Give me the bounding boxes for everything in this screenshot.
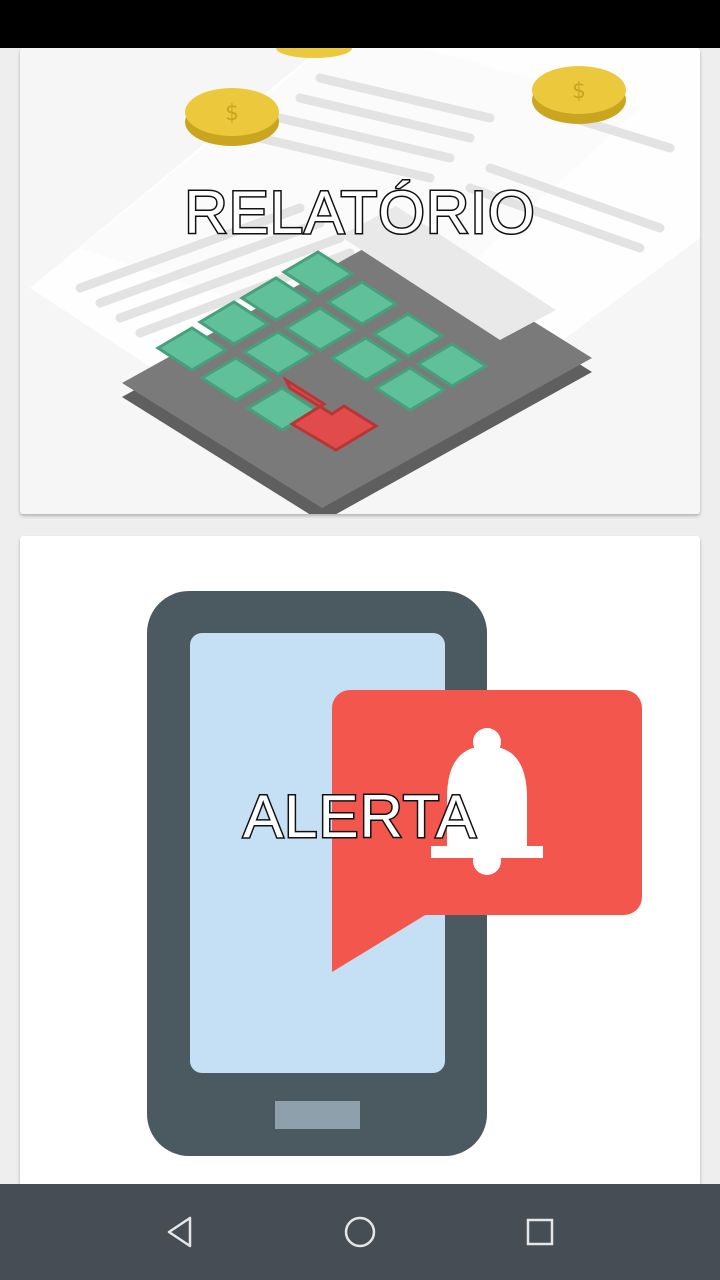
coin-icon: $ — [185, 88, 279, 146]
relatorio-card[interactable]: $ $ RELATÓRIO — [20, 48, 700, 514]
home-button[interactable] — [338, 1210, 382, 1254]
alerta-card[interactable]: ALERTA — [20, 536, 700, 1186]
svg-text:$: $ — [225, 101, 239, 126]
svg-text:$: $ — [572, 79, 586, 104]
alerta-label: ALERTA — [242, 782, 478, 852]
phone-alert-bell-icon — [147, 591, 642, 1156]
home-circle-icon — [344, 1216, 376, 1248]
calculator-report-icon: $ $ — [30, 48, 700, 514]
relatorio-label: RELATÓRIO — [183, 178, 536, 248]
back-button[interactable] — [158, 1210, 202, 1254]
status-bar — [0, 0, 720, 48]
recents-button[interactable] — [518, 1210, 562, 1254]
navigation-bar — [0, 1184, 720, 1280]
back-triangle-icon — [167, 1216, 192, 1248]
coin-icon: $ — [532, 66, 626, 124]
recents-square-icon — [526, 1218, 554, 1246]
